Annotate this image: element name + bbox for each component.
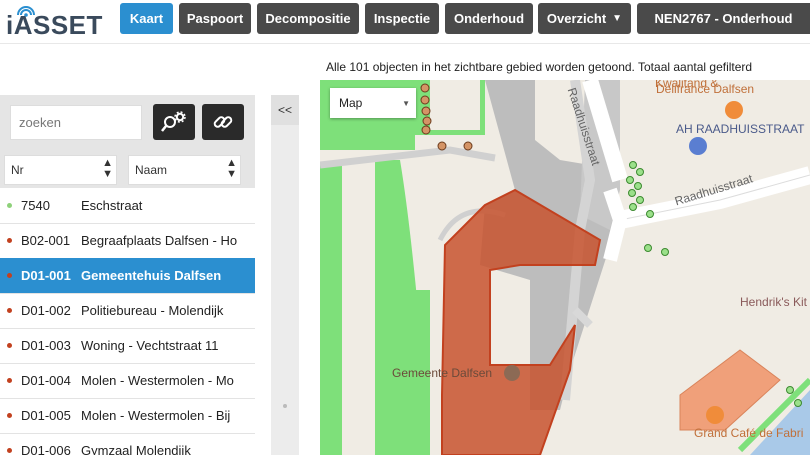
- drag-handle[interactable]: [283, 404, 287, 408]
- link-icon: [213, 116, 233, 128]
- sort-nr[interactable]: Nr ▲ ▼: [4, 155, 117, 185]
- sort-nr-label: Nr: [11, 163, 24, 177]
- nav-nen2767[interactable]: NEN2767 - Onderhoud: [637, 3, 810, 34]
- list-item-name: Eschstraat: [81, 198, 143, 213]
- status-dot-icon: [7, 413, 12, 418]
- map-label: Hendrik's Kit: [740, 295, 807, 309]
- status-dot-icon: [7, 448, 12, 453]
- sort-naam-label: Naam: [135, 163, 168, 177]
- collapse-bar[interactable]: [271, 95, 299, 455]
- collapse-button[interactable]: <<: [271, 95, 299, 125]
- nav-kaart[interactable]: Kaart: [120, 3, 173, 34]
- list-item-nr: D01-002: [21, 303, 71, 318]
- restaurant-icon[interactable]: [706, 406, 724, 424]
- map-label: Delifrance Dalfsen: [656, 82, 755, 96]
- status-dot-icon: [7, 343, 12, 348]
- list-item[interactable]: D01-002 Politiebureau - Molendijk: [0, 293, 255, 329]
- logo-text: iASSET: [6, 10, 103, 40]
- list-item[interactable]: D01-001 Gemeentehuis Dalfsen: [0, 258, 255, 294]
- sort-naam[interactable]: Naam ▲ ▼: [128, 155, 241, 185]
- nav-overzicht[interactable]: Overzicht ▼: [538, 3, 631, 34]
- nav-inspectie[interactable]: Inspectie: [365, 3, 439, 34]
- list-item-nr: 7540: [21, 198, 50, 213]
- list-item[interactable]: D01-006 Gymzaal Molendijk: [0, 433, 255, 455]
- status-dot-icon: [7, 273, 12, 278]
- object-list: 7540 Eschstraat B02-001 Begraafplaats Dalfs…: [0, 188, 255, 455]
- park-area: [320, 165, 342, 455]
- list-item-nr: D01-005: [21, 408, 71, 423]
- sort-arrows-icon: ▲ ▼: [102, 157, 113, 180]
- caret-down-icon: ▼: [612, 13, 623, 24]
- list-item-nr: B02-001: [21, 233, 71, 248]
- list-item[interactable]: D01-004 Molen - Westermolen - Mo: [0, 363, 255, 399]
- nav-decompositie[interactable]: Decompositie: [257, 3, 359, 34]
- status-dot-icon: [7, 203, 12, 208]
- list-item-name: Begraafplaats Dalfsen - Ho: [81, 233, 238, 248]
- list-item-name: Politiebureau - Molendijk: [81, 303, 224, 318]
- list-item[interactable]: 7540 Eschstraat: [0, 188, 255, 224]
- nav-paspoort[interactable]: Paspoort: [179, 3, 251, 34]
- list-item-nr: D01-006: [21, 443, 71, 455]
- sort-arrows-icon: ▲ ▼: [226, 157, 237, 180]
- list-item[interactable]: D01-003 Woning - Vechtstraat 11: [0, 328, 255, 364]
- map-graphics: [320, 80, 810, 455]
- list-item-name: Molen - Westermolen - Bij: [81, 408, 231, 423]
- map-canvas[interactable]: Kwalitand & Delifrance Dalfsen AH RAADHU…: [320, 80, 810, 455]
- list-item[interactable]: D01-005 Molen - Westermolen - Bij: [0, 398, 255, 434]
- advanced-search-button[interactable]: [153, 104, 195, 140]
- status-dot-icon: [7, 238, 12, 243]
- panel-gutter: [255, 95, 271, 455]
- restaurant-icon[interactable]: [725, 101, 743, 119]
- map-label: Gemeente Dalfsen: [392, 366, 493, 380]
- list-item-nr: D01-004: [21, 373, 71, 388]
- search-input[interactable]: [10, 105, 142, 140]
- list-item-name: Woning - Vechtstraat 11: [81, 338, 219, 353]
- list-item-nr: D01-001: [21, 268, 71, 283]
- nav-onderhoud[interactable]: Onderhoud: [445, 3, 533, 34]
- list-item-nr: D01-003: [21, 338, 71, 353]
- status-dot-icon: [7, 378, 12, 383]
- map-label: Grand Café de Fabri: [694, 426, 804, 440]
- map-info-text: Alle 101 objecten in het zichtbare gebie…: [320, 54, 810, 80]
- map-type-label: Map: [339, 96, 363, 110]
- status-dot-icon: [7, 308, 12, 313]
- nav-overzicht-label: Overzicht: [546, 11, 607, 26]
- caret-down-icon: ▼: [402, 98, 410, 108]
- map-type-select[interactable]: Map ▼: [330, 88, 416, 118]
- list-item[interactable]: B02-001 Begraafplaats Dalfsen - Ho: [0, 223, 255, 259]
- town-hall-icon[interactable]: [504, 365, 520, 381]
- map-label: AH RAADHUISSTRAAT: [676, 122, 805, 136]
- link-button[interactable]: [202, 104, 244, 140]
- list-item-name: Gemeentehuis Dalfsen: [81, 268, 222, 283]
- list-item-name: Molen - Westermolen - Mo: [81, 373, 234, 388]
- search-settings-icon: [161, 111, 186, 132]
- shopping-cart-icon[interactable]: [689, 137, 707, 155]
- list-item-name: Gymzaal Molendijk: [81, 443, 191, 455]
